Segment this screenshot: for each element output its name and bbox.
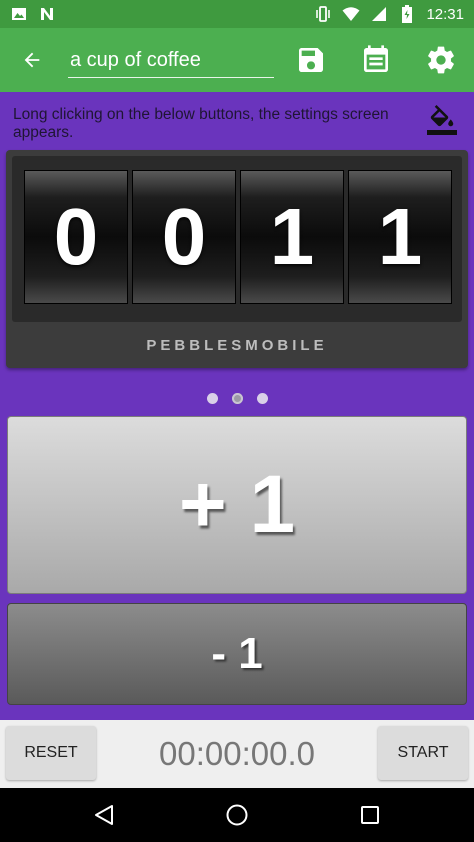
counter-digit: 0 [132, 170, 236, 304]
counter-panel[interactable]: 0 0 1 1 PEBBLESMOBILE [6, 150, 468, 368]
page-indicator [0, 393, 474, 404]
color-fill-button[interactable] [422, 100, 462, 140]
arrow-back-icon [24, 52, 40, 68]
counter-digit: 1 [348, 170, 452, 304]
counter-digit: 1 [240, 170, 344, 304]
n-icon [38, 5, 56, 23]
gear-icon [428, 46, 454, 74]
page-dot[interactable] [256, 393, 268, 404]
nav-recents-button[interactable] [330, 788, 410, 842]
app-bar [0, 28, 474, 92]
back-button[interactable] [0, 28, 64, 92]
increment-button[interactable]: + 1 [7, 416, 467, 594]
save-button[interactable] [279, 28, 343, 92]
page-dot-active[interactable] [231, 393, 243, 404]
calendar-button[interactable] [344, 28, 408, 92]
settings-button[interactable] [409, 28, 473, 92]
recents-icon [361, 806, 379, 824]
counter-display: 0 0 1 1 [12, 156, 462, 322]
status-bar: 12:31 [0, 0, 474, 28]
wifi-icon [342, 5, 360, 23]
decrement-button[interactable]: - 1 [7, 603, 467, 705]
battery-icon [398, 5, 416, 23]
paint-bucket-icon [427, 105, 457, 135]
counter-digit: 0 [24, 170, 128, 304]
reset-button[interactable]: RESET [6, 726, 96, 780]
timer-display: 00:00:00.0 [159, 735, 315, 772]
home-icon [226, 804, 248, 826]
save-icon [299, 48, 323, 72]
back-icon [95, 805, 113, 825]
signal-icon [370, 5, 388, 23]
hint-row: Long clicking on the below buttons, the … [0, 96, 474, 148]
status-time: 12:31 [426, 5, 464, 23]
start-button[interactable]: START [378, 726, 468, 780]
timer-bar: RESET 00:00:00.0 START [0, 720, 474, 788]
counter-name-input[interactable] [68, 42, 274, 78]
nav-home-button[interactable] [197, 788, 277, 842]
vibrate-icon [314, 5, 332, 23]
hint-text: Long clicking on the below buttons, the … [13, 106, 389, 141]
navigation-bar [0, 788, 474, 842]
image-icon [10, 5, 28, 23]
page-dot[interactable] [206, 393, 218, 404]
nav-back-button[interactable] [64, 788, 144, 842]
calendar-note-icon [364, 45, 388, 72]
brand-label: PEBBLESMOBILE [146, 337, 328, 354]
